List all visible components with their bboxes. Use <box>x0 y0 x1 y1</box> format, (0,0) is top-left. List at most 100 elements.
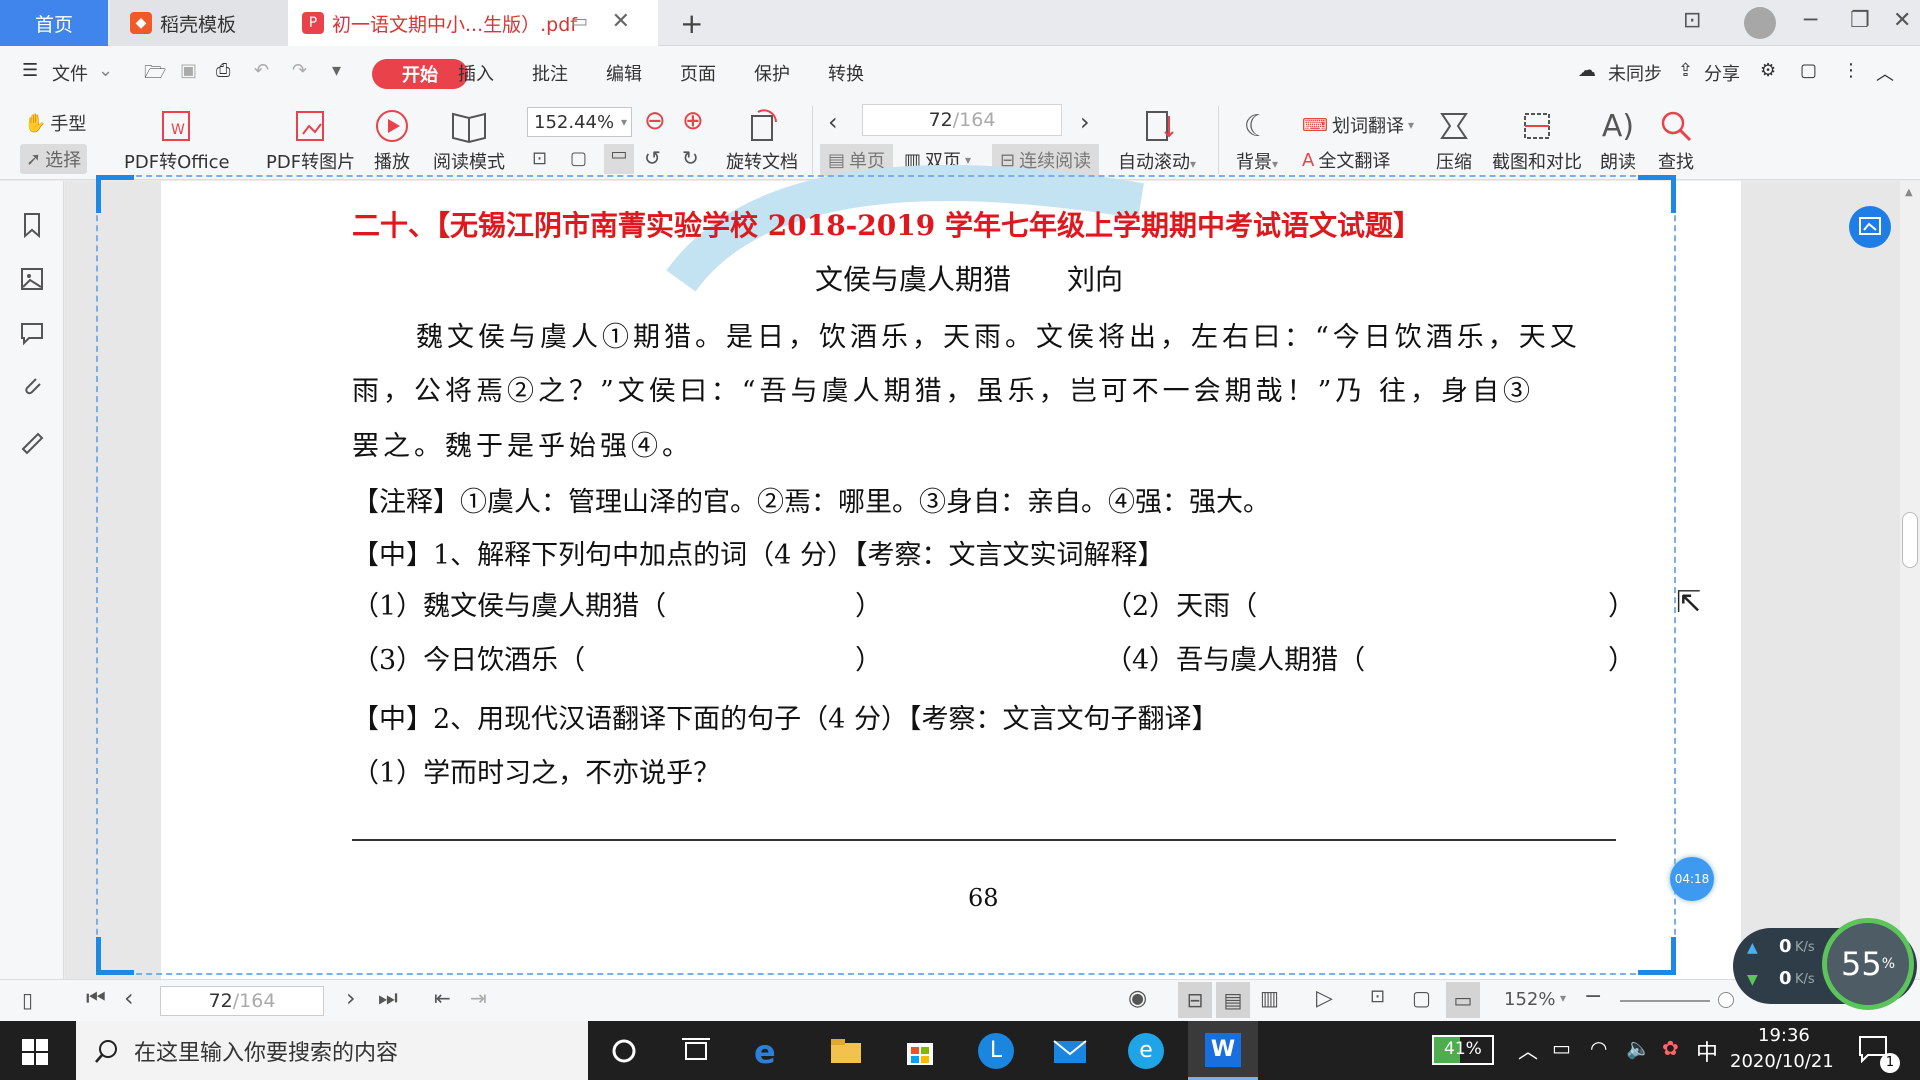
full-translate-button[interactable]: A 全文翻译 <box>1302 147 1390 173</box>
pdf-to-image-button[interactable]: PDF转图片 <box>266 104 355 174</box>
save-icon[interactable]: ▣ <box>180 60 197 81</box>
next-page-icon[interactable]: › <box>1080 108 1090 136</box>
chevron-down-icon[interactable]: ▾ <box>1560 991 1566 1005</box>
sync-status[interactable]: 未同步 <box>1608 60 1662 86</box>
chevron-down-icon[interactable]: ⌄ <box>98 60 113 81</box>
clock-date[interactable]: 2020/10/21 <box>1730 1051 1834 1072</box>
pdf-to-office-button[interactable]: W PDF转Office <box>124 104 230 174</box>
window-layout-icon[interactable]: ⊡ <box>1683 8 1701 33</box>
background-button[interactable]: ☾ 背景▾ <box>1236 104 1278 174</box>
read-aloud-button[interactable]: A) 朗读 <box>1600 104 1636 174</box>
fit-page-icon[interactable]: ▢ <box>570 148 587 169</box>
close-tab-icon[interactable]: ✕ <box>612 9 630 34</box>
ime-toolbar-icon[interactable]: ✿ <box>1662 1036 1679 1060</box>
ime-indicator[interactable]: 中 <box>1696 1035 1718 1067</box>
zoom-out-icon[interactable]: − <box>1584 984 1602 1009</box>
prev-page-icon[interactable]: ‹ <box>828 108 838 136</box>
eye-icon[interactable]: ◉ <box>1128 986 1147 1011</box>
undo-icon[interactable]: ↶ <box>254 60 269 81</box>
hamburger-icon[interactable]: ☰ <box>22 60 38 81</box>
fit-width-icon[interactable]: ▭ <box>1446 982 1480 1018</box>
share-button[interactable]: 分享 <box>1704 60 1740 86</box>
first-page-icon[interactable]: ⏮ <box>86 986 106 1011</box>
hand-tool[interactable]: ✋ 手型 <box>24 110 86 136</box>
scrollbar-thumb[interactable] <box>1902 512 1918 568</box>
fit-width-icon[interactable]: ▭ <box>604 144 634 174</box>
collapse-ribbon-icon[interactable]: ︿ <box>1876 60 1894 86</box>
tab-home[interactable]: 首页 <box>0 0 108 46</box>
tab-pdf-document[interactable]: P 初一语文期中小...生版）.pdf ▭ ✕ <box>288 0 658 46</box>
restore-icon[interactable]: ❐ <box>1850 8 1870 33</box>
share-icon[interactable]: ⇪ <box>1678 60 1693 81</box>
play-button[interactable]: 播放 <box>374 104 410 174</box>
last-page-icon[interactable]: ⏭ <box>378 986 398 1011</box>
forward-icon[interactable]: ⇥ <box>470 986 487 1010</box>
zoom-slider-track[interactable] <box>1620 1000 1710 1002</box>
zoom-slider-handle[interactable] <box>1718 992 1734 1008</box>
pin-icon[interactable]: ▭ <box>571 11 588 32</box>
cortana-icon[interactable] <box>606 1033 642 1069</box>
wifi-icon[interactable]: ◠ <box>1590 1036 1607 1060</box>
redo-icon[interactable]: ↷ <box>292 60 307 81</box>
more-icon[interactable]: ⋮ <box>1842 60 1860 81</box>
signature-icon[interactable] <box>18 427 46 455</box>
double-view-icon[interactable]: ▥ <box>1260 986 1279 1010</box>
memory-usage-ring[interactable]: 55% <box>1822 918 1914 1010</box>
menu-start[interactable]: 开始 <box>372 59 468 89</box>
show-hidden-icons-icon[interactable]: ︿ <box>1518 1035 1538 1064</box>
zoom-out-icon[interactable]: ⊖ <box>644 106 666 136</box>
wps-taskbar-button[interactable]: W <box>1188 1021 1258 1080</box>
find-button[interactable]: 查找 <box>1658 104 1694 174</box>
mail-icon[interactable] <box>1052 1033 1088 1069</box>
rotate-left-icon[interactable]: ↺ <box>644 146 661 170</box>
menu-page[interactable]: 页面 <box>680 60 716 86</box>
comment-icon[interactable]: ▢ <box>1800 60 1817 81</box>
screenshot-compare-button[interactable]: 截图和对比 <box>1492 104 1582 174</box>
store-icon[interactable] <box>902 1033 938 1069</box>
taskbar-search[interactable]: 在这里输入你要搜索的内容 <box>76 1021 588 1080</box>
avatar[interactable] <box>1744 7 1776 39</box>
status-zoom[interactable]: 152% <box>1504 989 1555 1010</box>
task-view-icon[interactable] <box>678 1033 714 1069</box>
menu-file[interactable]: 文件 <box>52 60 88 86</box>
actual-size-icon[interactable]: ⊡ <box>1370 986 1385 1007</box>
floating-tool-button[interactable] <box>1849 206 1891 248</box>
next-page-icon[interactable]: › <box>346 984 356 1012</box>
tab-docer[interactable]: ◆ 稻壳模板 <box>110 0 288 46</box>
prev-page-icon[interactable]: ‹ <box>124 984 134 1012</box>
minimize-icon[interactable]: ─ <box>1804 8 1817 33</box>
clock-time[interactable]: 19:36 <box>1758 1025 1810 1046</box>
battery-icon[interactable]: ▭ <box>1552 1036 1571 1060</box>
read-mode-button[interactable]: 阅读模式 <box>433 104 505 174</box>
back-icon[interactable]: ⇤ <box>434 986 451 1010</box>
close-window-icon[interactable]: ✕ <box>1893 8 1911 33</box>
open-folder-icon[interactable]: 🗁 <box>144 60 166 90</box>
settings-icon[interactable]: ⚙ <box>1760 60 1776 81</box>
select-tool[interactable]: ➚ 选择 <box>20 144 88 174</box>
vertical-scrollbar[interactable]: ▲ <box>1900 181 1920 979</box>
menu-protect[interactable]: 保护 <box>754 60 790 86</box>
compress-button[interactable]: 压缩 <box>1436 104 1472 174</box>
battery-indicator[interactable]: 41% <box>1432 1035 1494 1065</box>
menu-insert[interactable]: 插入 <box>458 60 494 86</box>
thumbnail-icon[interactable] <box>18 265 46 293</box>
actual-size-icon[interactable]: ⊡ <box>532 148 547 169</box>
new-tab-icon[interactable]: + <box>680 7 703 40</box>
fit-page-icon[interactable]: ▢ <box>1412 986 1431 1010</box>
cloud-icon[interactable]: ☁ <box>1578 60 1596 81</box>
sidebar-toggle-icon[interactable]: ▯ <box>22 988 33 1012</box>
more-dropdown-icon[interactable]: ▾ <box>332 60 341 81</box>
zoom-select[interactable]: 152.44% ▾ <box>527 107 632 137</box>
continuous-view-icon[interactable]: ⊟ <box>1178 982 1212 1018</box>
comment-icon[interactable] <box>18 319 46 347</box>
menu-convert[interactable]: 转换 <box>828 60 864 86</box>
word-translate-button[interactable]: ⌨ 划词翻译 ▾ <box>1302 112 1414 138</box>
recording-timer[interactable]: 04:18 <box>1670 857 1714 901</box>
print-icon[interactable]: ⎙ <box>216 60 230 81</box>
volume-icon[interactable]: 🔈 <box>1626 1036 1651 1060</box>
zoom-in-icon[interactable]: ⊕ <box>682 106 704 136</box>
play-icon[interactable]: ▷ <box>1316 986 1333 1011</box>
status-page-input[interactable]: 72/164 <box>160 986 324 1016</box>
browser-e-icon[interactable]: e <box>1128 1033 1164 1069</box>
menu-edit[interactable]: 编辑 <box>606 60 642 86</box>
